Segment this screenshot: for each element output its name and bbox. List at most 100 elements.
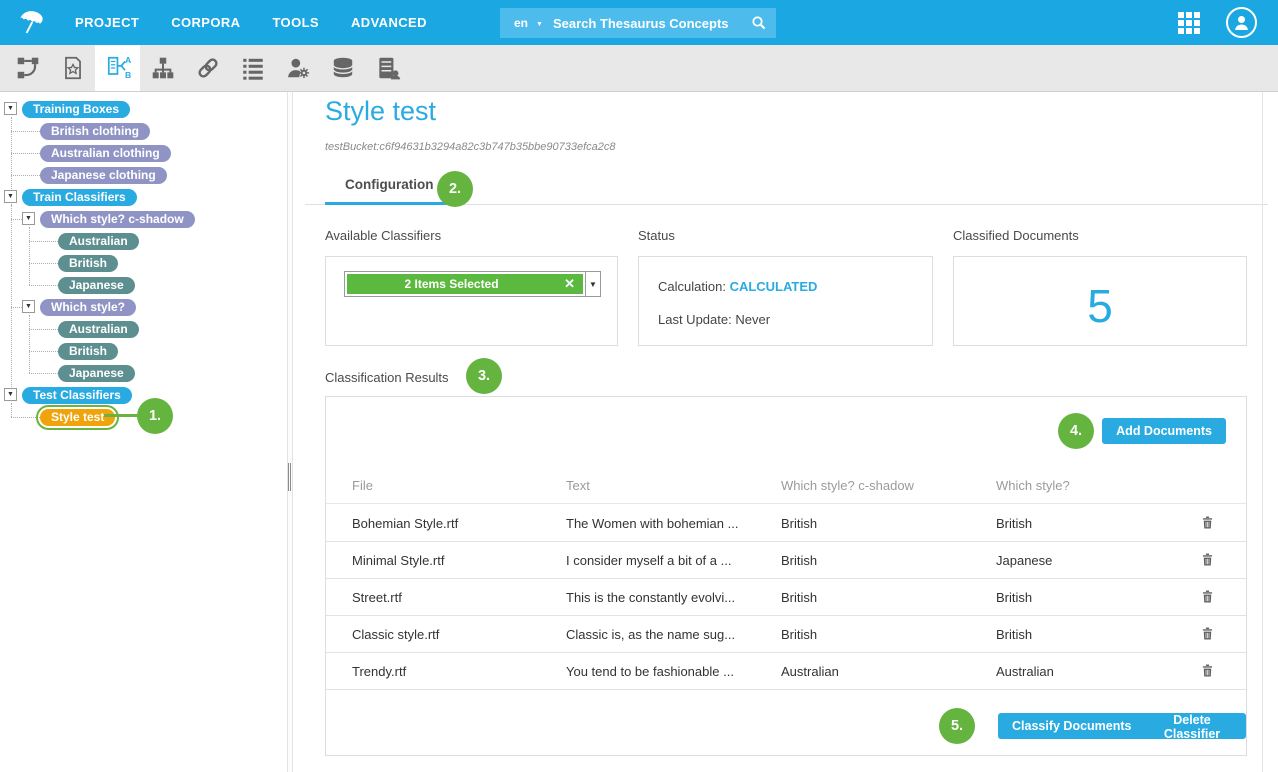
hierarchy-icon[interactable]	[140, 45, 185, 91]
tree-node-which-style-c-shadow[interactable]: Which style? c-shadow	[40, 211, 195, 228]
search-input[interactable]	[549, 16, 742, 31]
tree-expander-icon[interactable]: ▼	[22, 212, 35, 225]
classifier-detail-panel: Style test testBucket:c6f94631b3294a82c3…	[293, 92, 1278, 772]
status-panel: Calculation: CALCULATED Last Update: Nev…	[638, 256, 933, 346]
last-update-status: Last Update: Never	[658, 312, 770, 327]
annotation-badge-5: 5.	[939, 708, 975, 744]
svg-text:B: B	[125, 70, 131, 80]
poolparty-logo[interactable]	[14, 5, 50, 41]
tree-connector	[29, 241, 58, 242]
table-cell: Street.rtf	[352, 590, 566, 605]
delete-row-icon[interactable]	[1200, 588, 1216, 606]
tree-connector	[11, 403, 12, 417]
classifier-ab-icon[interactable]: AB	[95, 45, 140, 91]
table-cell: I consider myself a bit of a ...	[566, 553, 781, 568]
tree-connector	[29, 227, 30, 285]
table-cell: British	[781, 516, 996, 531]
language-caret-icon[interactable]: ▼	[536, 21, 543, 28]
tree-expander-icon[interactable]: ▼	[4, 388, 17, 401]
annotation-badge-4: 4.	[1058, 413, 1094, 449]
annotation-badge-1: 1.	[137, 398, 173, 434]
document-star-icon[interactable]	[50, 45, 95, 91]
tree-node-japanese[interactable]: Japanese	[58, 277, 135, 294]
classifier-multiselect[interactable]: 2 Items Selected ✕ ▼	[344, 271, 601, 297]
tree-row: Japanese	[0, 364, 135, 382]
search-icon[interactable]	[742, 8, 776, 38]
tree-connector	[11, 307, 22, 308]
splitter-handle[interactable]	[288, 463, 291, 491]
tree-expander-icon[interactable]: ▼	[4, 190, 17, 203]
clear-selection-icon[interactable]: ✕	[556, 276, 583, 292]
tool-bar: AB	[0, 45, 1278, 92]
tree-node-australian-clothing[interactable]: Australian clothing	[40, 145, 171, 162]
dropdown-caret-icon[interactable]: ▼	[585, 272, 600, 296]
classify-documents-button[interactable]: Classify Documents	[998, 713, 1145, 739]
user-settings-icon[interactable]	[275, 45, 320, 91]
tree-node-british[interactable]: British	[58, 343, 118, 360]
results-table-header: FileTextWhich style? c-shadowWhich style…	[326, 467, 1246, 504]
tree-connector	[29, 329, 58, 330]
user-avatar[interactable]	[1226, 7, 1257, 38]
tree-node-australian[interactable]: Australian	[58, 233, 139, 250]
tree-node-style-test[interactable]: Style test	[40, 409, 115, 426]
tree-row: Australian	[0, 320, 139, 338]
classified-documents-label: Classified Documents	[953, 228, 1079, 243]
scrollbar-track[interactable]	[1262, 92, 1263, 772]
table-cell: Japanese	[996, 553, 1192, 568]
table-cell: Bohemian Style.rtf	[352, 516, 566, 531]
main-menu: PROJECT CORPORA TOOLS ADVANCED	[75, 0, 427, 45]
tree-row: ▼ Which style? c-shadow	[0, 210, 195, 228]
last-update-value: Never	[735, 312, 770, 327]
tree-node-training-boxes[interactable]: Training Boxes	[22, 101, 130, 118]
add-documents-button[interactable]: Add Documents	[1102, 418, 1226, 444]
delete-classifier-button[interactable]: Delete Classifier	[1138, 713, 1246, 739]
tree-connector	[29, 263, 58, 264]
available-classifiers-panel: 2 Items Selected ✕ ▼	[325, 256, 618, 346]
nav-item-project[interactable]: PROJECT	[75, 15, 139, 30]
server-user-icon[interactable]	[365, 45, 410, 91]
delete-row-icon[interactable]	[1200, 662, 1216, 680]
available-classifiers-label: Available Classifiers	[325, 228, 441, 243]
tree-connector	[29, 351, 58, 352]
table-cell: Australian	[996, 664, 1192, 679]
tree-row: British	[0, 342, 118, 360]
tree-node-test-classifiers[interactable]: Test Classifiers	[22, 387, 132, 404]
tree-node-japanese[interactable]: Japanese	[58, 365, 135, 382]
annotation-badge-3: 3.	[466, 358, 502, 394]
tree-expander-icon[interactable]: ▼	[4, 102, 17, 115]
nav-item-advanced[interactable]: ADVANCED	[351, 15, 427, 30]
link-icon[interactable]	[185, 45, 230, 91]
classification-results-label: Classification Results	[325, 370, 449, 385]
apps-grid-icon[interactable]	[1178, 12, 1200, 34]
column-header: Text	[566, 478, 781, 493]
column-header: Which style?	[996, 478, 1192, 493]
top-bar: PROJECT CORPORA TOOLS ADVANCED en ▼	[0, 0, 1278, 45]
database-icon[interactable]	[320, 45, 365, 91]
tree-node-british-clothing[interactable]: British clothing	[40, 123, 150, 140]
tree-connector	[11, 205, 12, 307]
tree-row: Japanese	[0, 276, 135, 294]
list-icon[interactable]	[230, 45, 275, 91]
svg-text:A: A	[125, 55, 131, 65]
tree-connector	[11, 219, 22, 220]
delete-row-icon[interactable]	[1200, 625, 1216, 643]
nav-item-tools[interactable]: TOOLS	[272, 15, 319, 30]
table-cell: Classic is, as the name sug...	[566, 627, 781, 642]
tree-node-british[interactable]: British	[58, 255, 118, 272]
table-cell: British	[781, 590, 996, 605]
tree-node-australian[interactable]: Australian	[58, 321, 139, 338]
table-row: Street.rtfThis is the constantly evolvi.…	[326, 579, 1246, 616]
table-cell: British	[781, 627, 996, 642]
tree-node-train-classifiers[interactable]: Train Classifiers	[22, 189, 137, 206]
tree-expander-icon[interactable]: ▼	[22, 300, 35, 313]
language-selector[interactable]: en	[514, 16, 528, 30]
relations-flow-icon[interactable]	[5, 45, 50, 91]
tab-configuration[interactable]: Configuration	[325, 168, 453, 205]
thesaurus-search: en ▼	[500, 8, 776, 38]
tree-node-japanese-clothing[interactable]: Japanese clothing	[40, 167, 167, 184]
panel-splitter[interactable]	[287, 92, 293, 772]
nav-item-corpora[interactable]: CORPORA	[171, 15, 240, 30]
delete-row-icon[interactable]	[1200, 551, 1216, 569]
tree-node-which-style[interactable]: Which style?	[40, 299, 136, 316]
delete-row-icon[interactable]	[1200, 514, 1216, 532]
